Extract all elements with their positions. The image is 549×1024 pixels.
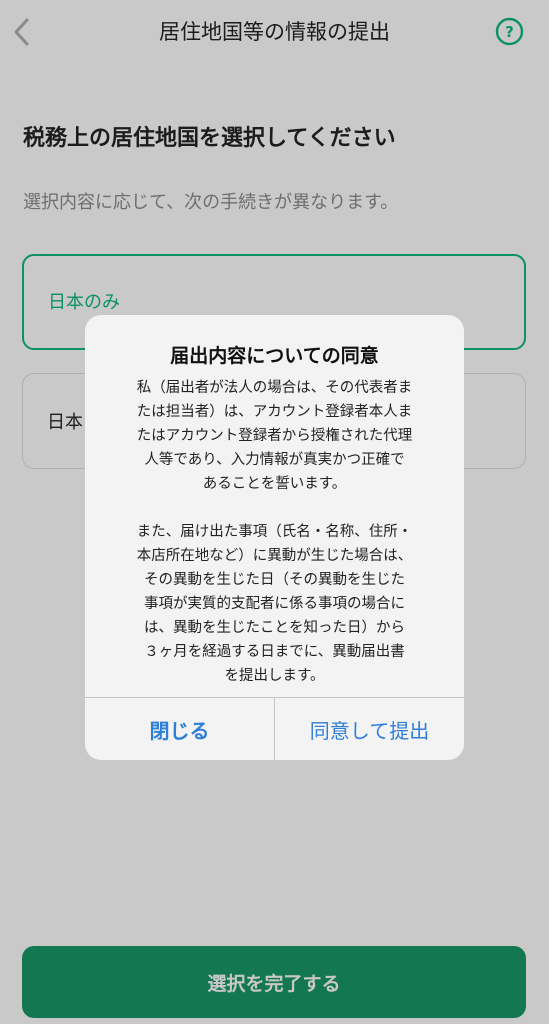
page-title: 居住地国等の情報の提出	[159, 20, 390, 44]
dialog-line: は、異動を生じたことを知った日）から	[144, 620, 405, 636]
dialog-line: ３ヶ月を経過する日までに、異動届出書	[144, 644, 405, 660]
dialog-line: たは担当者）は、アカウント登録者本人ま	[136, 404, 413, 420]
dialog-line: 私（届出者が法人の場合は、その代表者ま	[136, 380, 413, 396]
dialog-line: あることを誓います。	[202, 476, 347, 492]
dialog-line: 事項が実質的支配者に係る事項の場合に	[144, 596, 405, 612]
dialog-line: また、届け出た事項（氏名・名称、住所・	[136, 524, 413, 540]
dialog-body: 私（届出者が法人の場合は、その代表者ま たは担当者）は、アカウント登録者本人ま …	[107, 376, 442, 688]
section-title: 税務上の居住地国を選択してください	[23, 126, 396, 151]
help-label: ?	[505, 23, 514, 41]
dialog-line: たはアカウント登録者から授権された代理	[136, 428, 413, 444]
consent-dialog: 届出内容についての同意 私（届出者が法人の場合は、その代表者ま たは担当者）は、…	[85, 315, 464, 760]
dialog-line: その異動を生じた日（その異動を生じた	[144, 572, 405, 588]
question-circle-icon[interactable]: ?	[495, 17, 524, 46]
agree-and-submit-button[interactable]: 同意して提出	[275, 698, 464, 760]
chevron-left-icon[interactable]	[8, 14, 36, 50]
dialog-title: 届出内容についての同意	[170, 345, 379, 367]
option-label: 日本のみ	[48, 292, 120, 313]
close-button[interactable]: 閉じる	[85, 698, 274, 760]
dialog-line: を提出します。	[224, 668, 325, 684]
page: 居住地国等の情報の提出 ? 税務上の居住地国を選択してください 選択内容に応じて…	[0, 0, 549, 1024]
section-description: 選択内容に応じて、次の手続きが異なります。	[23, 192, 399, 213]
complete-selection-button[interactable]: 選択を完了する	[22, 946, 526, 1018]
dialog-line: 人等であり、入力情報が真実かつ正確で	[144, 452, 405, 468]
option-label: 日本	[47, 412, 83, 433]
header: 居住地国等の情報の提出 ?	[0, 0, 549, 64]
dialog-line: 本店所在地など）に異動が生じた場合は、	[136, 548, 413, 564]
